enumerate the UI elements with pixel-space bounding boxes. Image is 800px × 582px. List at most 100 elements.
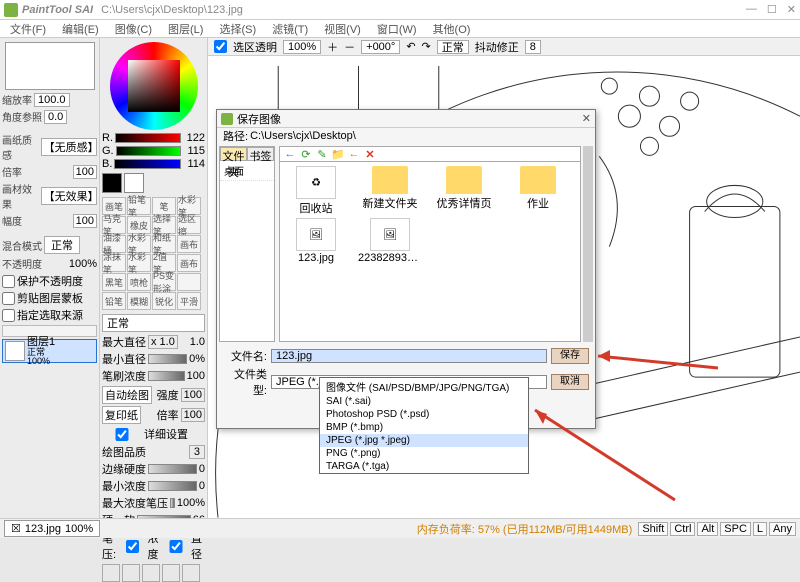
brush-mode[interactable]: 正常 [102,314,205,332]
zoom-field[interactable]: 100% [283,40,321,54]
tool-item[interactable]: 锐化 [152,292,176,310]
menu-layer[interactable]: 图层(L) [162,20,209,38]
edge-slider[interactable] [148,464,197,474]
tool-item[interactable]: PS变形涂 [152,273,176,291]
rgb-b-slider[interactable] [114,159,181,169]
paper-scale-value[interactable]: 100 [73,165,97,179]
fg-color-swatch[interactable] [102,173,122,193]
sel-opacity-check[interactable] [214,40,227,53]
opacity-value[interactable]: 100% [69,258,97,270]
press-density-check[interactable] [120,540,146,553]
max-size-value[interactable]: 1.0 [190,336,205,348]
rotation-field[interactable]: +000° [361,40,400,54]
rgb-r-slider[interactable] [115,133,181,143]
edit-icon[interactable]: ✎ [316,148,328,160]
file-item[interactable]: 作业 [506,166,570,216]
zoom-out-icon[interactable]: － [344,39,355,55]
min-size-slider[interactable] [148,354,187,364]
delete-icon[interactable]: ✕ [364,148,376,160]
tool-item[interactable]: 铅笔笔 [127,197,151,215]
paper-label[interactable]: 复印纸 [102,406,141,424]
density-slider[interactable] [148,371,185,381]
file-item[interactable]: 新建文件夹 [358,166,422,216]
menu-file[interactable]: 文件(F) [4,20,52,38]
menu-select[interactable]: 选择(S) [213,20,262,38]
tool-item[interactable]: 喷枪 [127,273,151,291]
file-item[interactable]: 🖼123.jpg [284,218,348,264]
check-protect-alpha[interactable] [2,275,15,288]
tool-item[interactable]: 画布 [177,254,201,272]
side-tab-folders[interactable]: 文件夹 [220,147,247,161]
doc-tab-close-icon[interactable]: ☒ [11,522,21,535]
scale-value[interactable]: 100 [181,408,205,422]
menu-other[interactable]: 其他(O) [427,20,477,38]
menu-filter[interactable]: 滤镜(T) [266,20,314,38]
dropdown-item[interactable]: PNG (*.png) [320,447,528,460]
dropdown-item-selected[interactable]: JPEG (*.jpg *.jpeg) [320,434,528,447]
menu-image[interactable]: 图像(C) [109,20,158,38]
file-item[interactable]: 🖼223828934_10404000... [358,218,422,264]
press-size-check[interactable] [163,540,189,553]
bg-color-swatch[interactable] [124,173,144,193]
brush-size-preset[interactable] [102,564,120,582]
drawq-value[interactable]: 3 [189,445,205,459]
detail-toggle[interactable] [102,428,142,441]
dropdown-item[interactable]: 图像文件 (SAI/PSD/BMP/JPG/PNG/TGA) [320,378,528,395]
tool-item[interactable]: 黑笔 [102,273,126,291]
zoom-in-icon[interactable]: ＋ [327,39,338,55]
cancel-button[interactable]: 取消 [551,374,589,390]
brush-size-preset[interactable] [162,564,180,582]
side-tab-bookmarks[interactable]: 书签 [247,147,274,161]
menu-window[interactable]: 窗口(W) [371,20,423,38]
dropdown-item[interactable]: Photoshop PSD (*.psd) [320,408,528,421]
dialog-scrollbar[interactable] [583,146,593,342]
dialog-titlebar[interactable]: 保存图像 ✕ [217,110,595,128]
tool-item[interactable]: 涂抹笔 [102,254,126,272]
tool-item[interactable]: 铅笔 [102,292,126,310]
tool-item[interactable]: 选区擦 [177,216,201,234]
check-select-source[interactable] [2,309,15,322]
layer-item[interactable]: 图层1 正常 100% [2,339,97,363]
menu-edit[interactable]: 编辑(E) [56,20,105,38]
mode-field[interactable]: 正常 [437,40,469,54]
maximize-button[interactable]: ☐ [767,3,777,16]
tool-item[interactable]: 画布 [177,235,201,253]
tool-item[interactable]: 模糊 [127,292,151,310]
refresh-icon[interactable]: ⟳ [300,148,312,160]
dropdown-item[interactable]: SAI (*.sai) [320,395,528,408]
check-clipping[interactable] [2,292,15,305]
doc-tab[interactable]: ☒ 123.jpg 100% [4,520,100,537]
tool-item[interactable]: 平滑 [177,292,201,310]
brush-size-preset[interactable] [182,564,200,582]
go-icon[interactable]: ← [348,148,360,160]
maxden-slider[interactable] [170,498,175,508]
color-wheel[interactable] [110,42,198,130]
stabilizer-field[interactable]: 8 [525,40,541,54]
auto-label[interactable]: 自动绘图 [102,386,152,404]
dialog-close-button[interactable]: ✕ [582,112,591,125]
brush-size-preset[interactable] [122,564,140,582]
brush-size-preset[interactable] [142,564,160,582]
strength-value[interactable]: 100 [181,388,205,402]
dropdown-item[interactable]: BMP (*.bmp) [320,421,528,434]
minden-slider[interactable] [148,481,197,491]
zoom-value[interactable]: 100.0 [34,93,70,107]
file-item[interactable]: ♻回收站 [284,166,348,216]
navigator-thumb[interactable] [5,42,95,90]
close-button[interactable]: ✕ [787,3,796,16]
file-item[interactable]: 优秀详情页 [432,166,496,216]
minimize-button[interactable]: — [746,3,757,16]
menu-view[interactable]: 视图(V) [318,20,367,38]
rotate-left-icon[interactable]: ↶ [406,40,415,53]
mat-width-value[interactable]: 100 [73,214,97,228]
blend-select[interactable]: 正常 [44,236,80,254]
save-button[interactable]: 保存 [551,348,589,364]
tool-item[interactable]: 水彩笔 [127,254,151,272]
filename-input[interactable]: 123.jpg [271,349,547,363]
rgb-g-slider[interactable] [116,146,181,156]
mat-effect-select[interactable]: 【无效果】 [41,187,97,205]
angle-value[interactable]: 0.0 [44,110,67,124]
rotate-right-icon[interactable]: ↷ [422,40,431,53]
paper-feel-select[interactable]: 【无质感】 [41,138,97,156]
back-icon[interactable]: ← [284,148,296,160]
